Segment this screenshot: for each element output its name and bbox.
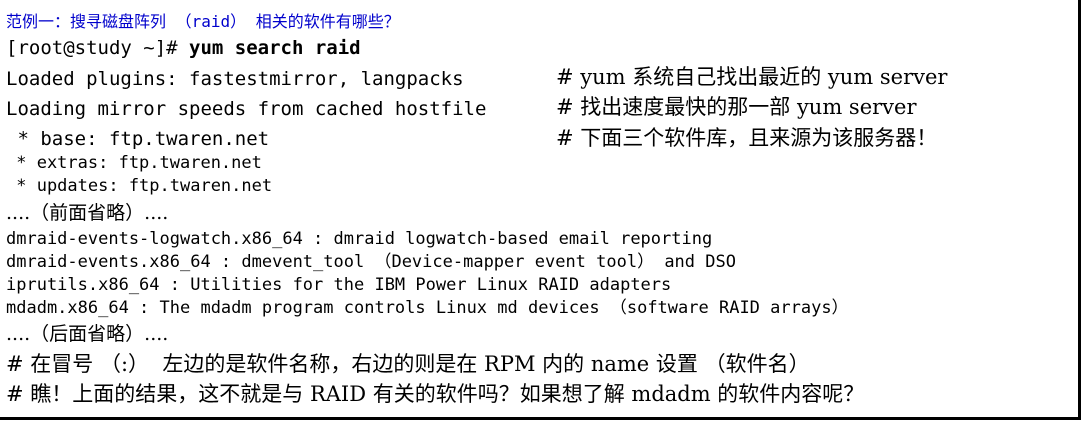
command-text: yum search raid	[189, 37, 361, 59]
output-line: Loaded plugins: fastestmirror, langpacks	[6, 68, 464, 90]
output-comment: # yum 系统自己找出最近的 yum server	[556, 65, 948, 89]
output-line: * extras: ftp.twaren.net	[6, 153, 262, 173]
output-line: * updates: ftp.twaren.net	[6, 176, 273, 196]
output-line: Loading mirror speeds from cached hostfi…	[6, 98, 487, 120]
output-line: mdadm.x86_64 : The mdadm program control…	[6, 298, 849, 318]
output-line: dmraid-events.x86_64 : dmevent_tool （Dev…	[6, 252, 736, 272]
output-line: iprutils.x86_64 : Utilities for the IBM …	[6, 275, 672, 295]
note-line: # 瞧！上面的结果，这不就是与 RAID 有关的软件吗？如果想了解 mdadm …	[6, 382, 865, 406]
output-comment: # 找出速度最快的那一部 yum server	[556, 95, 917, 119]
omitted-marker: ....（后面省略）....	[6, 323, 169, 345]
example-title: 范例一：搜寻磁盘阵列 （raid） 相关的软件有哪些？	[6, 12, 400, 31]
shell-prompt: [root@study ~]#	[6, 37, 190, 59]
omitted-marker: ....（前面省略）....	[6, 202, 169, 224]
note-line: # 在冒号 （:） 左边的是软件名称，右边的则是在 RPM 内的 name 设置…	[6, 352, 810, 376]
terminal-output-box: 范例一：搜寻磁盘阵列 （raid） 相关的软件有哪些？ [root@study …	[0, 0, 1081, 420]
command-line: [root@study ~]# yum search raid	[6, 36, 361, 60]
output-line: * base: ftp.twaren.net	[6, 128, 270, 150]
output-line: dmraid-events-logwatch.x86_64 : dmraid l…	[6, 229, 713, 249]
output-comment: # 下面三个软件库，且来源为该服务器！	[556, 126, 938, 150]
